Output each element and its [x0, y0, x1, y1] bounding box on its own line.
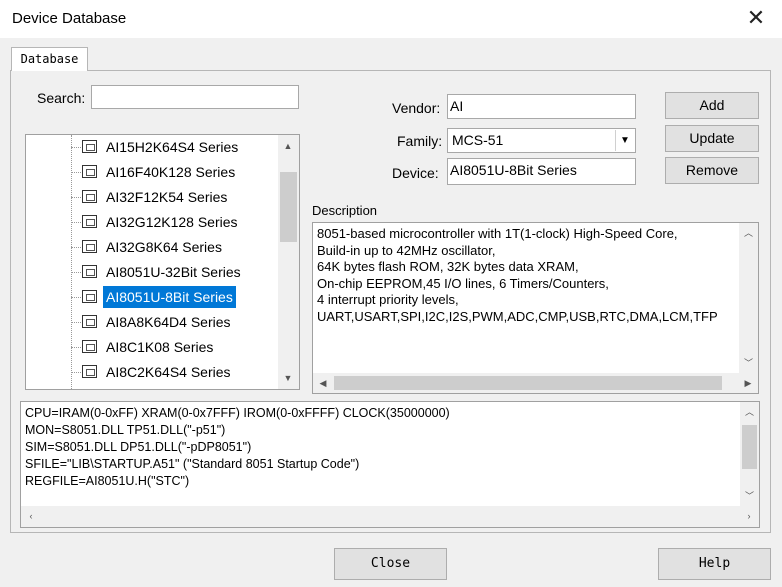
tree-item-label: AI32G8K64 Series — [106, 239, 222, 255]
add-button[interactable]: Add — [665, 92, 759, 119]
tree-item-label: AI15H2K64S4 Series — [106, 139, 239, 155]
config-line: REGFILE=AI8051U.H("STC") — [25, 474, 190, 488]
scroll-down-icon[interactable]: ﹀ — [739, 353, 758, 373]
search-input[interactable] — [91, 85, 299, 109]
device-field[interactable]: AI8051U-8Bit Series — [447, 158, 636, 185]
config-box: CPU=IRAM(0-0xFF) XRAM(0-0x7FFF) IROM(0-0… — [20, 401, 760, 528]
scroll-thumb[interactable] — [742, 425, 757, 469]
device-label: Device: — [392, 165, 439, 181]
search-label: Search: — [37, 90, 86, 106]
remove-button[interactable]: Remove — [665, 157, 759, 184]
update-button[interactable]: Update — [665, 125, 759, 152]
tree-item-label: AI32F12K54 Series — [106, 189, 228, 205]
vendor-field[interactable]: AI — [447, 94, 636, 119]
config-line: SFILE="LIB\STARTUP.A51" ("Standard 8051 … — [25, 457, 360, 471]
description-line: Build-in up to 42MHz oscillator, — [317, 242, 496, 258]
scroll-down-icon[interactable]: ﹀ — [740, 486, 759, 506]
close-icon[interactable]: ✕ — [744, 6, 768, 30]
chip-icon — [82, 340, 97, 353]
tab-database[interactable]: Database — [11, 47, 88, 71]
tree-item[interactable]: AI32F12K54 Series — [26, 185, 278, 210]
window-title: Device Database — [12, 10, 127, 27]
tree-item[interactable]: AI16F40K128 Series — [26, 160, 278, 185]
config-line: MON=S8051.DLL TP51.DLL("-p51") — [25, 423, 226, 437]
description-hscroll[interactable]: ◀ ▶ — [313, 373, 758, 393]
family-select[interactable]: MCS-51 ▼ — [447, 128, 636, 153]
device-tree[interactable]: AI15H2K64S4 Series AI16F40K128 Series AI32… — [25, 134, 300, 390]
close-button[interactable]: Close — [334, 548, 447, 580]
config-vscroll[interactable]: ︿ ﹀ — [740, 402, 759, 506]
scroll-thumb[interactable] — [280, 172, 297, 242]
tree-item-label: AI8A8K64D4 Series — [106, 314, 231, 330]
family-label: Family: — [397, 133, 443, 149]
tree-item-label: AI8C1K08 Series — [106, 339, 214, 355]
scroll-left-icon[interactable]: ◀ — [313, 373, 333, 393]
scroll-thumb[interactable] — [334, 376, 722, 390]
chip-icon — [82, 215, 97, 228]
chip-icon — [82, 265, 97, 278]
title-bar: Device Database ✕ — [0, 0, 782, 38]
vendor-label: Vendor: — [392, 100, 441, 116]
scroll-down-icon[interactable]: ▼ — [278, 368, 298, 388]
scroll-up-icon[interactable]: ︿ — [739, 223, 758, 243]
tree-item[interactable]: AI32G12K128 Series — [26, 210, 278, 235]
config-line: CPU=IRAM(0-0xFF) XRAM(0-0x7FFF) IROM(0-0… — [25, 406, 450, 420]
chip-icon — [82, 140, 97, 153]
description-line: UART,USART,SPI,I2C,I2S,PWM,ADC,CMP,USB,R… — [317, 308, 718, 324]
scroll-right-icon[interactable]: › — [739, 506, 759, 526]
scroll-left-icon[interactable]: ‹ — [21, 506, 41, 526]
chip-icon — [82, 165, 97, 178]
tree-item[interactable]: AI15H2K64S4 Series — [26, 135, 278, 160]
scroll-up-icon[interactable]: ▲ — [278, 136, 298, 156]
chip-icon — [82, 315, 97, 328]
tree-item[interactable]: AI8A8K64D4 Series — [26, 310, 278, 335]
config-hscroll[interactable]: ‹ › — [21, 506, 759, 527]
description-line: 64K bytes flash ROM, 32K bytes data XRAM… — [317, 259, 579, 274]
help-button[interactable]: Help — [658, 548, 771, 580]
tree-item-label: AI8051U-32Bit Series — [106, 264, 241, 280]
config-text: CPU=IRAM(0-0xFF) XRAM(0-0x7FFF) IROM(0-0… — [25, 405, 450, 490]
description-vscroll[interactable]: ︿ ﹀ — [739, 223, 758, 373]
description-box: 8051-based microcontroller with 1T(1-clo… — [312, 222, 759, 394]
description-text: 8051-based microcontroller with 1T(1-clo… — [317, 226, 718, 325]
tree-item[interactable]: AI8C1K08 Series — [26, 335, 278, 360]
scroll-right-icon[interactable]: ▶ — [738, 373, 758, 393]
tree-item[interactable]: AI32G8K64 Series — [26, 235, 278, 260]
tree-item-label: AI16F40K128 Series — [106, 164, 236, 180]
chip-icon — [82, 365, 97, 378]
tree-scrollbar[interactable]: ▲ ▼ — [278, 135, 299, 389]
chip-icon — [82, 240, 97, 253]
config-line: SIM=S8051.DLL DP51.DLL("-pDP8051") — [25, 440, 252, 454]
tree-item[interactable]: AI8051U-32Bit Series — [26, 260, 278, 285]
scroll-up-icon[interactable]: ︿ — [740, 402, 759, 422]
chip-icon — [82, 190, 97, 203]
description-line: 8051-based microcontroller with 1T(1-clo… — [317, 226, 678, 241]
chip-icon — [82, 290, 97, 303]
tree-item-label: AI8C2K64S4 Series — [106, 364, 231, 380]
tree-item-label: AI32G12K128 Series — [106, 214, 238, 230]
chevron-down-icon[interactable]: ▼ — [615, 130, 634, 151]
description-label: Description — [312, 203, 378, 218]
tree-item[interactable]: AI8C2K64S4 Series — [26, 360, 278, 385]
tree-item[interactable]: AI8051U-8Bit Series — [26, 285, 278, 310]
tree-item-label: AI8051U-8Bit Series — [103, 286, 236, 308]
family-value: MCS-51 — [452, 132, 504, 148]
description-line: On-chip EEPROM,45 I/O lines, 6 Timers/Co… — [317, 275, 609, 291]
description-line: 4 interrupt priority levels, — [317, 292, 459, 307]
